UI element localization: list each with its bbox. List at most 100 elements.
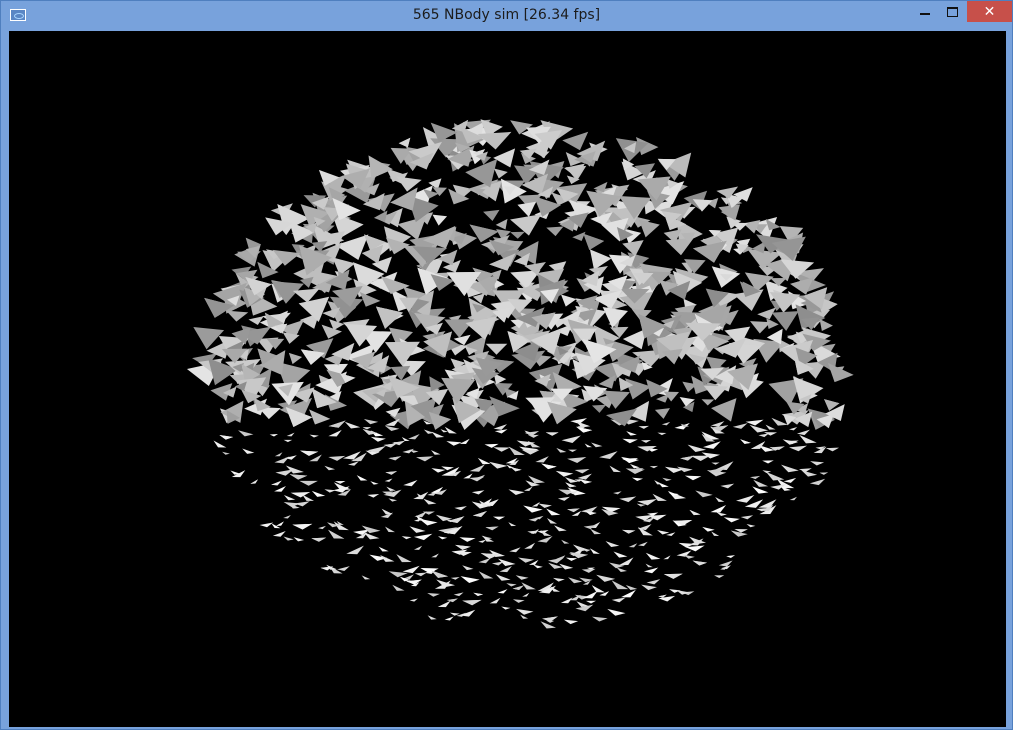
particle [546, 226, 564, 237]
particle [546, 518, 557, 524]
particle [299, 480, 318, 486]
particle [370, 481, 379, 485]
particle [494, 429, 508, 434]
particle [520, 614, 529, 619]
particle [384, 425, 400, 432]
particle [684, 475, 702, 481]
particle [692, 560, 708, 566]
particle [585, 600, 597, 604]
particle [661, 421, 671, 426]
title-bar[interactable]: 565 NBody sim [26.34 fps] ✕ [1, 1, 1012, 30]
particle [591, 404, 607, 413]
particle [762, 460, 774, 464]
particle [447, 516, 465, 524]
particle [283, 439, 293, 443]
particle [506, 464, 515, 469]
particle [435, 514, 453, 522]
particle [560, 597, 573, 604]
particle [640, 440, 651, 443]
particle [771, 417, 789, 426]
particle [220, 400, 244, 423]
particle [462, 565, 474, 571]
particle [567, 508, 580, 513]
particle [459, 438, 470, 444]
particle [798, 468, 812, 473]
particle [463, 473, 473, 479]
particle [524, 542, 536, 549]
particle [689, 509, 701, 516]
particle [788, 426, 798, 431]
particle [810, 461, 825, 466]
particle [726, 555, 736, 558]
particle [324, 489, 336, 493]
particle [522, 592, 530, 597]
particle [495, 574, 511, 581]
close-button[interactable]: ✕ [967, 1, 1012, 22]
particle [567, 457, 587, 463]
render-viewport[interactable] [9, 31, 1006, 727]
particle [324, 465, 336, 471]
particle [213, 440, 227, 448]
particle [469, 464, 485, 472]
particle [444, 616, 454, 621]
maximize-button[interactable] [939, 1, 966, 22]
particle [521, 449, 540, 455]
particle [362, 427, 371, 430]
particle [485, 526, 499, 531]
particle [482, 535, 495, 542]
particle [384, 526, 395, 533]
particle [414, 572, 427, 577]
particle [509, 547, 521, 553]
particle [636, 503, 646, 507]
particle [701, 399, 715, 406]
particle [300, 450, 319, 456]
particle [695, 490, 713, 498]
particle [809, 478, 826, 486]
particle [392, 584, 405, 591]
particle [749, 475, 761, 480]
particle [286, 432, 295, 437]
particle [383, 443, 398, 448]
particle [749, 424, 769, 433]
particle [472, 511, 487, 517]
close-icon: ✕ [983, 3, 996, 20]
particle [455, 544, 471, 550]
particle [450, 576, 460, 580]
particle [801, 470, 818, 477]
particle [609, 465, 622, 473]
particle [491, 561, 504, 566]
particle [599, 591, 609, 596]
particle [478, 557, 491, 564]
particle [242, 448, 255, 454]
particle [666, 532, 676, 537]
particle [413, 545, 423, 550]
particle [652, 493, 667, 502]
particle [250, 479, 259, 484]
particle [380, 554, 395, 562]
particle [388, 456, 402, 461]
particle [515, 608, 534, 615]
particle [406, 579, 422, 585]
particle [602, 307, 628, 328]
particle [618, 557, 634, 566]
particle [638, 425, 650, 429]
particle [326, 522, 340, 528]
particle [574, 469, 590, 474]
particle [532, 502, 540, 507]
particle [690, 455, 711, 461]
particle [548, 562, 563, 569]
particle [283, 515, 291, 519]
particle [335, 480, 346, 484]
particle [527, 530, 539, 534]
particle [431, 553, 439, 558]
nbody-particle-field [186, 119, 854, 629]
particle [370, 436, 386, 442]
minimize-button[interactable] [911, 1, 939, 22]
particle [518, 557, 535, 563]
particle [416, 456, 434, 462]
particle [723, 517, 740, 523]
particle [740, 515, 754, 520]
particle [663, 555, 671, 560]
particle [396, 554, 412, 563]
particle [581, 568, 596, 573]
